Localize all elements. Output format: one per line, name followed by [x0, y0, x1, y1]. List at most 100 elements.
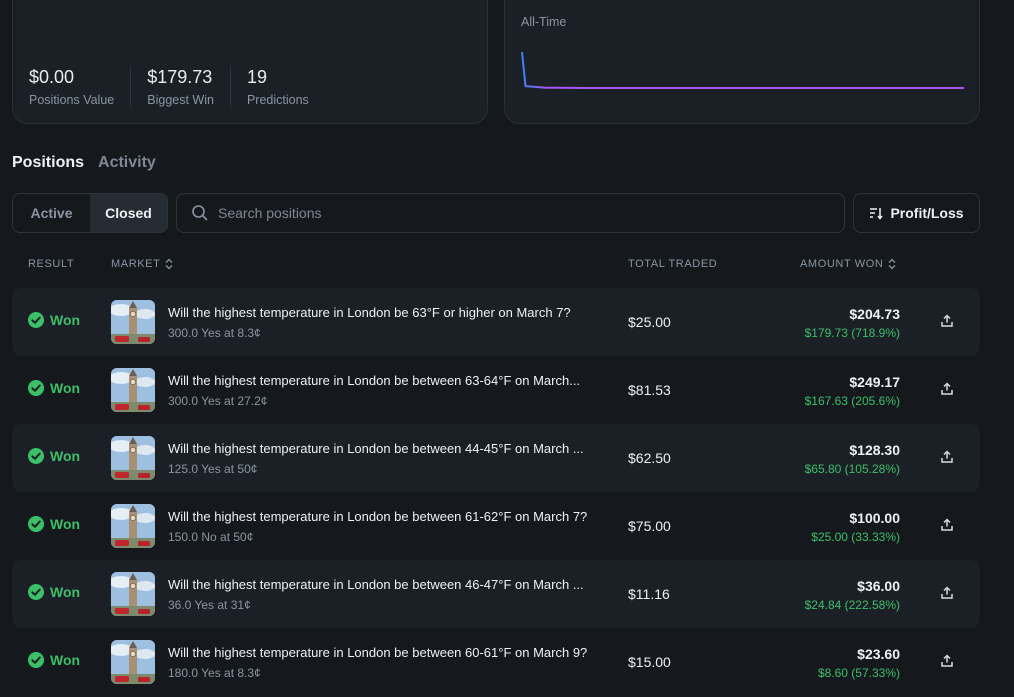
market-thumbnail[interactable]: [111, 504, 155, 548]
profit-loss: $8.60 (57.33%): [817, 666, 900, 680]
share-button[interactable]: [940, 654, 954, 673]
result-label: Won: [50, 448, 81, 464]
table-row[interactable]: Won Will the highest temperature in Lond…: [12, 560, 980, 628]
table-row[interactable]: Won Will the highest temperature in Lond…: [12, 628, 980, 696]
check-circle-icon: [28, 516, 44, 532]
big-ben-image: [111, 572, 155, 616]
market-title[interactable]: Will the highest temperature in London b…: [168, 577, 620, 592]
share-button[interactable]: [940, 586, 954, 605]
search-icon: [192, 205, 208, 221]
result-cell: Won: [28, 516, 80, 532]
toggle-closed[interactable]: Closed: [90, 194, 167, 232]
amount-won: $100.00: [849, 510, 900, 526]
market-title[interactable]: Will the highest temperature in London b…: [168, 645, 620, 660]
total-traded: $25.00: [628, 314, 671, 330]
result-label: Won: [50, 584, 81, 600]
result-label: Won: [50, 516, 81, 532]
profit-loss: $65.80 (105.28%): [804, 462, 900, 476]
stat-value: $0.00: [29, 67, 75, 87]
status-toggle: Active Closed: [12, 193, 168, 233]
section-tabs: Positions Activity: [12, 154, 156, 172]
column-header-market[interactable]: MARKET: [111, 258, 174, 270]
share-button[interactable]: [940, 450, 954, 469]
check-circle-icon: [28, 448, 44, 464]
result-label: Won: [50, 312, 81, 328]
market-thumbnail[interactable]: [111, 368, 155, 412]
amount-won: $249.17: [849, 374, 900, 390]
share-icon: [941, 654, 953, 667]
share-icon: [941, 518, 953, 531]
total-traded: $62.50: [628, 450, 671, 466]
pnl-chart: [521, 51, 964, 89]
market-title[interactable]: Will the highest temperature in London b…: [168, 305, 620, 320]
share-icon: [941, 586, 953, 599]
amount-won: $23.60: [857, 646, 900, 662]
profit-loss: $24.84 (222.58%): [804, 598, 900, 612]
sort-icon: [870, 208, 884, 220]
table-row[interactable]: Won Will the highest temperature in Lond…: [12, 288, 980, 356]
stat-label: Positions Value: [29, 93, 115, 107]
result-label: Won: [50, 652, 81, 668]
stat-label: Predictions: [246, 93, 309, 107]
total-traded: $15.00: [628, 654, 671, 670]
table-row[interactable]: Won Will the highest temperature in Lond…: [12, 492, 980, 560]
amount-won: $204.73: [849, 306, 900, 322]
check-circle-icon: [28, 584, 44, 600]
column-header-result: RESULT: [28, 258, 75, 270]
stats-row: $0.00 Positions Value $179.73 Biggest Wi…: [29, 67, 325, 107]
market-thumbnail[interactable]: [111, 640, 155, 684]
stats-card: $0.00 Positions Value $179.73 Biggest Wi…: [12, 0, 488, 124]
pnl-chart-card: All-Time: [504, 0, 980, 124]
sort-label: Profit/Loss: [890, 205, 964, 221]
total-traded: $11.16: [628, 586, 670, 602]
stat-biggest-win: $179.73 Biggest Win: [130, 67, 230, 107]
amount-won: $128.30: [849, 442, 900, 458]
market-thumbnail[interactable]: [111, 436, 155, 480]
profit-loss: $167.63 (205.6%): [804, 394, 900, 408]
market-title[interactable]: Will the highest temperature in London b…: [168, 509, 620, 524]
big-ben-image: [111, 368, 155, 412]
sort-toggle-icon: [165, 258, 173, 270]
sort-profit-loss-button[interactable]: Profit/Loss: [853, 193, 980, 233]
tab-positions[interactable]: Positions: [12, 154, 84, 172]
share-button[interactable]: [940, 382, 954, 401]
pnl-series-line: [521, 51, 964, 89]
check-circle-icon: [28, 380, 44, 396]
share-button[interactable]: [940, 518, 954, 537]
share-icon: [941, 450, 953, 463]
position-detail: 125.0 Yes at 50¢: [168, 462, 258, 476]
share-icon: [941, 382, 953, 395]
result-cell: Won: [28, 652, 80, 668]
check-circle-icon: [28, 312, 44, 328]
total-traded: $81.53: [628, 382, 671, 398]
stat-value: $179.73: [147, 67, 213, 87]
share-icon: [941, 314, 953, 327]
result-label: Won: [50, 380, 81, 396]
market-thumbnail[interactable]: [111, 300, 155, 344]
total-traded: $75.00: [628, 518, 671, 534]
check-circle-icon: [28, 652, 44, 668]
table-row[interactable]: Won Will the highest temperature in Lond…: [12, 356, 980, 424]
stat-predictions: 19 Predictions: [229, 67, 325, 107]
tab-activity[interactable]: Activity: [98, 154, 156, 172]
column-header-total-traded: TOTAL TRADED: [628, 258, 718, 270]
stat-label: Biggest Win: [147, 93, 214, 107]
stat-positions-value: $0.00 Positions Value: [29, 67, 130, 107]
profit-loss: $25.00 (33.33%): [811, 530, 900, 544]
chart-range-label: All-Time: [521, 15, 567, 29]
search-input[interactable]: [218, 205, 818, 221]
market-title[interactable]: Will the highest temperature in London b…: [168, 441, 620, 456]
toggle-active[interactable]: Active: [13, 194, 90, 232]
big-ben-image: [111, 640, 155, 684]
market-thumbnail[interactable]: [111, 572, 155, 616]
big-ben-image: [111, 300, 155, 344]
table-row[interactable]: Won Will the highest temperature in Lond…: [12, 424, 980, 492]
result-cell: Won: [28, 380, 80, 396]
share-button[interactable]: [940, 314, 954, 333]
stat-value: 19: [246, 67, 267, 87]
column-header-amount-won[interactable]: AMOUNT WON: [800, 258, 897, 270]
market-title[interactable]: Will the highest temperature in London b…: [168, 373, 620, 388]
result-cell: Won: [28, 312, 80, 328]
search-box: [176, 193, 845, 233]
big-ben-image: [111, 504, 155, 548]
